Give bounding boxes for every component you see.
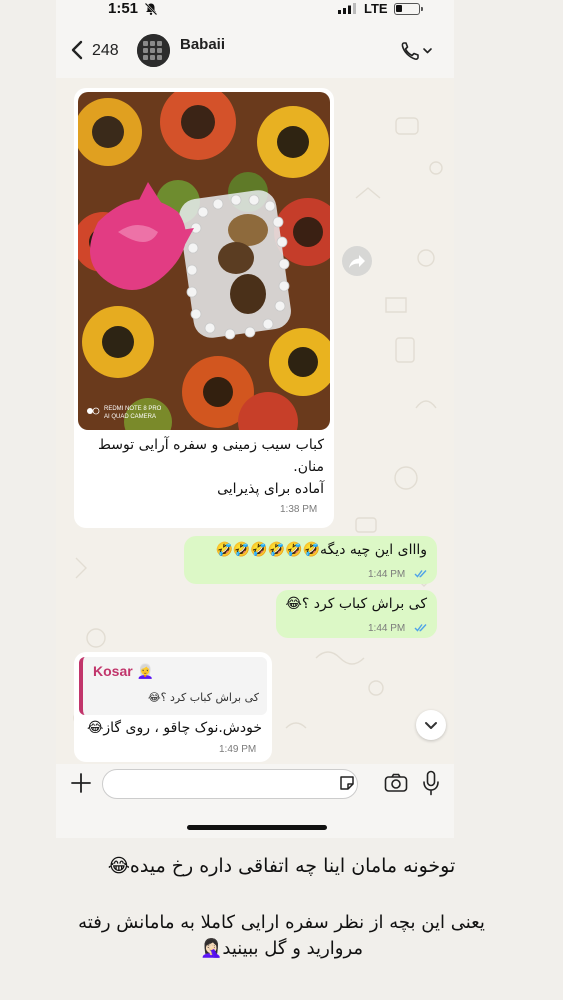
double-check-icon xyxy=(414,624,427,632)
quoted-sender: Kosar 👩‍🦳 xyxy=(93,663,155,679)
bell-slash-icon xyxy=(144,2,158,16)
double-check-icon xyxy=(414,570,427,578)
caption-block: یعنی این بچه از نظر سفره ارایی کاملا به … xyxy=(40,910,523,962)
chat-header: 248 Babaii xyxy=(56,22,454,78)
status-bar: 1:51 LTE xyxy=(56,0,454,22)
photo-caption: کباب سیب زمینی و سفره آرایی توسط منان. آ… xyxy=(88,434,324,500)
photo-watermark-camera: AI QUAD CAMERA xyxy=(104,414,156,420)
signal-icon xyxy=(338,3,356,14)
photo-watermark-model: REDMI NOTE 8 PRO xyxy=(104,406,162,412)
status-time: 1:51 xyxy=(108,0,139,17)
caption-line: توخونه مامان اینا چه اتفاقی داره رخ میده… xyxy=(107,855,456,877)
avatar[interactable] xyxy=(137,34,170,67)
photo-message[interactable]: REDMI NOTE 8 PRO AI QUAD CAMERA کباب سیب… xyxy=(74,88,334,528)
battery-icon xyxy=(394,3,423,15)
network-label: LTE xyxy=(364,1,388,16)
avatar-image xyxy=(137,34,170,67)
forward-arrow-icon xyxy=(349,255,365,268)
forward-button[interactable] xyxy=(342,246,372,276)
message-time: 1:44 PM xyxy=(368,569,406,580)
scroll-down-button[interactable] xyxy=(416,710,446,740)
sticker-icon[interactable] xyxy=(338,774,356,792)
caption-line: مروارید و گل ببینید🤦🏻‍♀️ xyxy=(199,938,364,959)
plus-icon[interactable] xyxy=(70,772,92,794)
message-time: 1:49 PM xyxy=(219,744,257,755)
contact-name[interactable]: Babaii xyxy=(180,36,225,53)
message-time: 1:38 PM xyxy=(280,504,318,515)
battery-level xyxy=(396,5,402,12)
photo-caption-line: آماده برای پذیرایی xyxy=(217,481,324,497)
photo-caption-line: منان. xyxy=(293,459,324,475)
phone-icon[interactable] xyxy=(400,40,436,62)
message-text: کی براش کباب کرد ؟😂 xyxy=(285,596,427,612)
message-text: وااای این چیه دیگه🤣🤣🤣🤣🤣🤣 xyxy=(215,542,427,558)
food-photo[interactable]: REDMI NOTE 8 PRO AI QUAD CAMERA xyxy=(78,92,330,430)
photo-image: REDMI NOTE 8 PRO AI QUAD CAMERA xyxy=(78,92,330,430)
home-indicator[interactable] xyxy=(187,825,327,830)
quoted-message[interactable]: Kosar 👩‍🦳 کی براش کباب کرد ؟😂 xyxy=(79,657,267,715)
message-composer xyxy=(56,764,454,804)
back-unread-count[interactable]: 248 xyxy=(92,42,119,60)
reply-message[interactable]: Kosar 👩‍🦳 کی براش کباب کرد ؟😂 خودش.نوک چ… xyxy=(74,652,272,762)
quoted-text: کی براش کباب کرد ؟😂 xyxy=(147,691,259,704)
outgoing-message[interactable]: کی براش کباب کرد ؟😂 1:44 PM xyxy=(276,590,437,638)
battery-tip xyxy=(421,7,423,11)
microphone-icon[interactable] xyxy=(422,770,440,796)
photo-caption-line: کباب سیب زمینی و سفره آرایی توسط xyxy=(97,437,324,453)
message-input[interactable] xyxy=(102,769,358,799)
page: 1:51 LTE 248 Babaii REDMI NOTE 8 PRO AI … xyxy=(0,0,563,1000)
chevron-down-icon xyxy=(425,722,437,729)
message-time: 1:44 PM xyxy=(368,623,406,634)
message-text: خودش.نوک چاقو ، روی گاز😂 xyxy=(86,720,262,736)
caption-line: یعنی این بچه از نظر سفره ارایی کاملا به … xyxy=(78,912,485,933)
outgoing-message[interactable]: وااای این چیه دیگه🤣🤣🤣🤣🤣🤣 1:44 PM xyxy=(184,536,437,584)
whatsapp-screenshot: 1:51 LTE 248 Babaii REDMI NOTE 8 PRO AI … xyxy=(56,0,454,838)
chat-area[interactable]: REDMI NOTE 8 PRO AI QUAD CAMERA کباب سیب… xyxy=(56,78,454,764)
chevron-left-icon[interactable] xyxy=(68,36,88,64)
camera-icon[interactable] xyxy=(384,773,408,793)
